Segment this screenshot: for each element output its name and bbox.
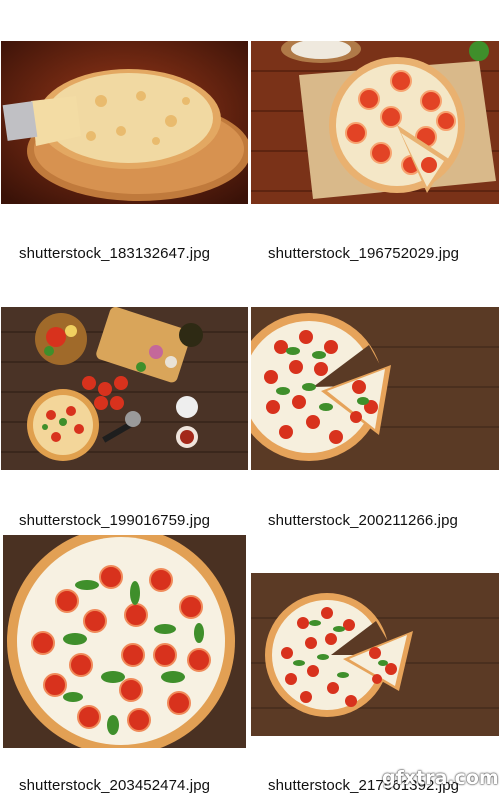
margherita-slice-photo-2 bbox=[251, 573, 499, 736]
cheese-pizza-photo bbox=[1, 41, 248, 204]
image-filename-6: shutterstock_217661392.jpg bbox=[268, 777, 460, 794]
image-filename-2: shutterstock_196752029.jpg bbox=[268, 245, 460, 262]
image-filename-1: shutterstock_183132647.jpg bbox=[19, 245, 211, 262]
image-filename-3: shutterstock_199016759.jpg bbox=[19, 512, 211, 529]
pizza-ingredients-photo bbox=[1, 307, 248, 470]
image-thumbnail-5[interactable] bbox=[3, 535, 246, 748]
tomato-pizza-photo bbox=[251, 41, 499, 204]
margherita-slice-photo bbox=[251, 307, 499, 470]
image-thumbnail-6[interactable] bbox=[251, 573, 499, 736]
image-filename-4: shutterstock_200211266.jpg bbox=[268, 512, 458, 529]
image-thumbnail-4[interactable] bbox=[251, 307, 499, 470]
image-thumbnail-1[interactable] bbox=[1, 41, 248, 204]
image-thumbnail-2[interactable] bbox=[251, 41, 499, 204]
image-thumbnail-3[interactable] bbox=[1, 307, 248, 470]
margherita-pizza-photo bbox=[3, 535, 246, 748]
image-filename-5: shutterstock_203452474.jpg bbox=[19, 777, 211, 794]
